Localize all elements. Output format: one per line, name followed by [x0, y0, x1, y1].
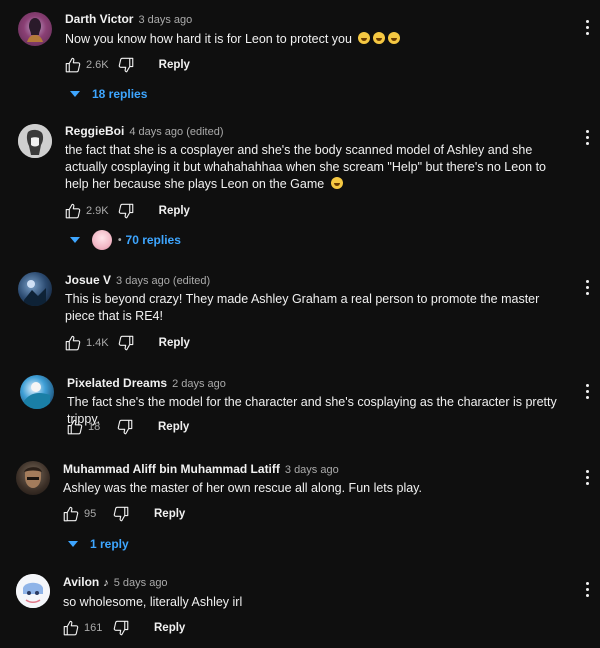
comment-author[interactable]: Pixelated Dreams	[67, 376, 167, 390]
more-vert-icon[interactable]	[584, 582, 590, 597]
comment-author[interactable]: ReggieBoi	[65, 124, 124, 138]
thumbs-up-icon[interactable]	[62, 200, 84, 222]
like-count: 2.6K	[86, 59, 109, 71]
avatar-image-icon	[16, 574, 50, 608]
thumbs-down-icon[interactable]	[114, 416, 136, 438]
comment-time[interactable]: 3 days ago (edited)	[116, 275, 210, 287]
caret-down-icon	[70, 91, 80, 97]
avatar[interactable]	[18, 272, 52, 306]
comment-time[interactable]: 2 days ago	[172, 378, 226, 390]
thumbs-up-icon[interactable]	[60, 617, 82, 639]
replies-separator: •	[118, 234, 122, 246]
more-vert-icon[interactable]	[584, 470, 590, 485]
comment-author[interactable]: Muhammad Aliff bin Muhammad Latiff	[63, 462, 280, 476]
comment-author[interactable]: Darth Victor	[65, 12, 133, 26]
replies-count: 18 replies	[92, 87, 148, 101]
view-replies-button[interactable]: 1 reply	[68, 537, 129, 551]
grin-emoji-icon	[373, 32, 386, 44]
reply-button[interactable]: Reply	[159, 59, 190, 71]
caret-down-icon	[68, 541, 78, 547]
comment-time[interactable]: 5 days ago	[114, 577, 168, 589]
grin-emoji-icon	[358, 32, 371, 44]
thumbs-down-icon[interactable]	[115, 200, 137, 222]
creator-reply-avatar	[92, 230, 112, 250]
thumbs-up-icon[interactable]	[64, 416, 86, 438]
avatar-image-icon	[27, 18, 43, 42]
more-vert-icon[interactable]	[584, 280, 590, 295]
thumbs-up-icon[interactable]	[60, 503, 82, 525]
comment-text: so wholesome, literally Ashley irl	[63, 595, 243, 609]
reply-button[interactable]: Reply	[158, 421, 189, 433]
comment-author[interactable]: Josue V	[65, 273, 111, 287]
avatar[interactable]	[20, 375, 54, 409]
replies-count: 70 replies	[125, 233, 181, 247]
comment-text: the fact that she is a cosplayer and she…	[65, 143, 547, 191]
like-count: 95	[84, 508, 97, 520]
thumbs-up-icon[interactable]	[62, 332, 84, 354]
comment-time[interactable]: 3 days ago	[138, 14, 192, 26]
thumbs-down-icon[interactable]	[110, 503, 132, 525]
avatar-image-icon	[18, 124, 52, 158]
more-vert-icon[interactable]	[584, 384, 590, 399]
reply-button[interactable]: Reply	[154, 508, 185, 520]
caret-down-icon	[70, 237, 80, 243]
avatar[interactable]	[18, 12, 52, 46]
comment-text: Ashley was the master of her own rescue …	[63, 481, 422, 495]
grin-emoji-icon	[388, 32, 401, 44]
avatar-image-icon	[24, 280, 46, 306]
more-vert-icon[interactable]	[584, 130, 590, 145]
like-count: 2.9K	[86, 205, 109, 217]
rofl-emoji-icon	[330, 177, 343, 189]
thumbs-down-icon[interactable]	[110, 617, 132, 639]
music-note-icon: ♪	[103, 577, 109, 589]
avatar[interactable]	[16, 574, 50, 608]
thumbs-down-icon[interactable]	[115, 332, 137, 354]
more-vert-icon[interactable]	[584, 20, 590, 35]
avatar-image-icon	[24, 467, 42, 488]
reply-button[interactable]: Reply	[159, 205, 190, 217]
thumbs-up-icon[interactable]	[62, 54, 84, 76]
like-count: 18	[88, 421, 101, 433]
avatar-image-icon	[24, 382, 50, 409]
comment-text: Now you know how hard it is for Leon to …	[65, 31, 565, 48]
comment-author[interactable]: Avilon	[63, 575, 99, 589]
view-replies-button[interactable]: 18 replies	[70, 87, 147, 101]
avatar[interactable]	[16, 461, 50, 495]
view-replies-button[interactable]: • 70 replies	[70, 230, 181, 250]
reply-button[interactable]: Reply	[159, 337, 190, 349]
thumbs-down-icon[interactable]	[115, 54, 137, 76]
like-count: 1.4K	[86, 337, 109, 349]
comment-time[interactable]: 3 days ago	[285, 464, 339, 476]
comment-time[interactable]: 4 days ago (edited)	[129, 126, 223, 138]
comment-text: This is beyond crazy! They made Ashley G…	[65, 292, 540, 323]
like-count: 161	[84, 622, 103, 634]
reply-button[interactable]: Reply	[154, 622, 185, 634]
avatar[interactable]	[18, 124, 52, 158]
replies-count: 1 reply	[90, 537, 129, 551]
